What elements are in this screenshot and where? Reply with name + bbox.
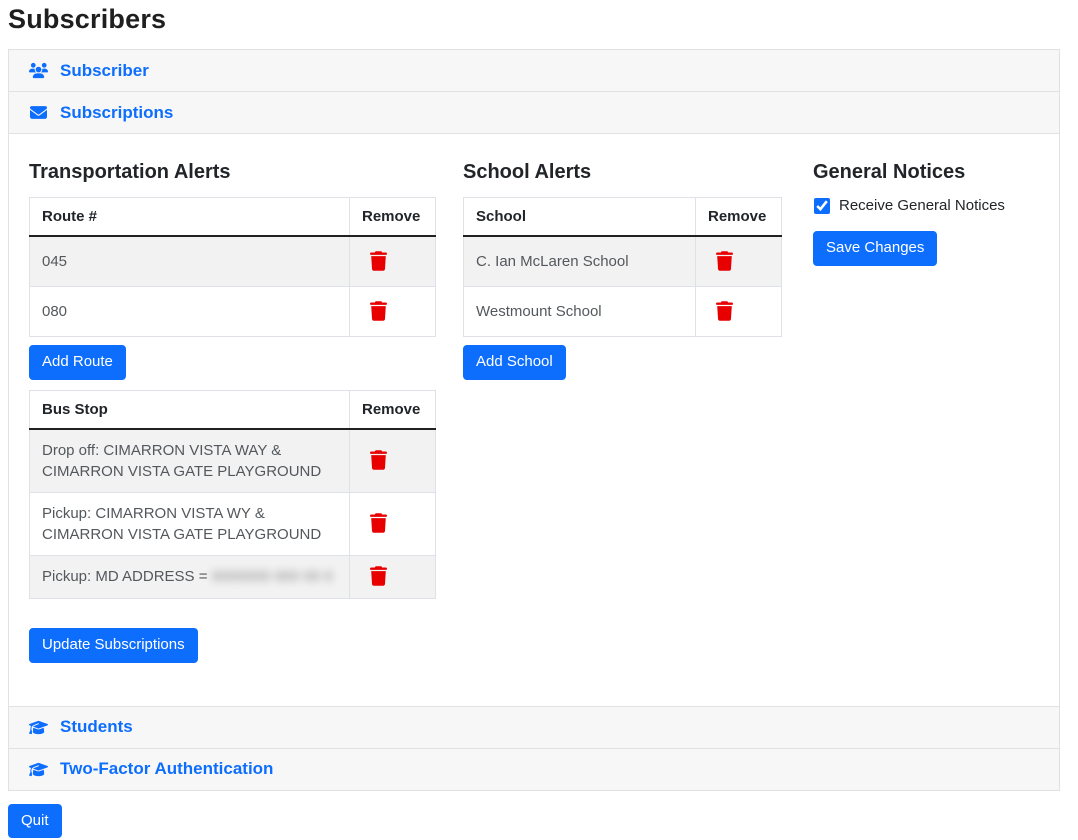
save-changes-button[interactable]: Save Changes [813, 231, 937, 266]
remove-cell [350, 287, 436, 337]
cell-value: 045 [30, 236, 350, 287]
update-subscriptions-button[interactable]: Update Subscriptions [29, 628, 198, 663]
subscriptions-panel: Transportation Alerts Route # Remove 045… [8, 134, 1060, 707]
cell-value: Drop off: CIMARRON VISTA WAY & CIMARRON … [30, 429, 350, 493]
receive-general-notices-label[interactable]: Receive General Notices [839, 197, 1005, 214]
routes-table: Route # Remove 045080 [29, 197, 436, 337]
schools-table: School Remove C. Ian McLaren SchoolWestm… [463, 197, 782, 337]
school-alerts-section: School Alerts School Remove C. Ian McLar… [463, 161, 813, 380]
cell-value: Pickup: CIMARRON VISTA WY & CIMARRON VIS… [30, 492, 350, 555]
route-row: 045 [30, 236, 436, 287]
remove-row-button[interactable] [716, 251, 733, 271]
bus-stop-row: Pickup: CIMARRON VISTA WY & CIMARRON VIS… [30, 492, 436, 555]
cell-value: 080 [30, 287, 350, 337]
remove-row-button[interactable] [370, 450, 387, 470]
remove-row-button[interactable] [370, 566, 387, 586]
trash-icon [370, 566, 387, 586]
remove-cell [350, 236, 436, 287]
quit-button[interactable]: Quit [8, 804, 62, 839]
trash-icon [370, 251, 387, 271]
accordion-header-students[interactable]: Students [8, 706, 1060, 749]
remove-cell [350, 492, 436, 555]
remove-row-button[interactable] [370, 513, 387, 533]
schools-table-header-remove: Remove [696, 198, 782, 237]
accordion-header-two-factor[interactable]: Two-Factor Authentication [8, 748, 1060, 791]
cell-value: C. Ian McLaren School [464, 236, 696, 287]
page-title: Subscribers [8, 4, 1060, 35]
trash-icon [370, 301, 387, 321]
remove-cell [350, 429, 436, 493]
accordion-label: Two-Factor Authentication [60, 759, 273, 779]
remove-cell [696, 287, 782, 337]
graduation-cap-icon [29, 719, 48, 736]
accordion-header-subscriptions[interactable]: Subscriptions [8, 91, 1060, 134]
remove-row-button[interactable] [370, 301, 387, 321]
stops-table-header-remove: Remove [350, 390, 436, 429]
redacted-text: 0000000 000 00 0 [212, 568, 333, 585]
bus-stop-row: Drop off: CIMARRON VISTA WAY & CIMARRON … [30, 429, 436, 493]
remove-cell [696, 236, 782, 287]
accordion-header-subscriber[interactable]: Subscriber [8, 49, 1060, 92]
general-notices-section: General Notices Receive General Notices … [813, 161, 1039, 266]
transportation-alerts-heading: Transportation Alerts [29, 161, 463, 184]
schools-table-header-school: School [464, 198, 696, 237]
route-row: 080 [30, 287, 436, 337]
trash-icon [370, 513, 387, 533]
school-row: Westmount School [464, 287, 782, 337]
bus-stops-table: Bus Stop Remove Drop off: CIMARRON VISTA… [29, 390, 436, 599]
trash-icon [716, 301, 733, 321]
remove-cell [350, 555, 436, 598]
page-container: Subscribers Subscriber Subscriptions Tra… [8, 4, 1060, 840]
envelope-icon [29, 104, 48, 121]
accordion-label: Subscriptions [60, 103, 173, 123]
graduation-cap-icon [29, 761, 48, 778]
cell-value: Pickup: MD ADDRESS = 0000000 000 00 0 [30, 555, 350, 598]
cell-value: Westmount School [464, 287, 696, 337]
routes-table-header-remove: Remove [350, 198, 436, 237]
users-icon [29, 62, 48, 79]
school-alerts-heading: School Alerts [463, 161, 813, 184]
general-notices-heading: General Notices [813, 161, 1039, 184]
transportation-alerts-section: Transportation Alerts Route # Remove 045… [29, 161, 463, 663]
stops-table-header-busstop: Bus Stop [30, 390, 350, 429]
trash-icon [370, 450, 387, 470]
accordion: Subscriber Subscriptions Transportation … [8, 49, 1060, 791]
add-route-button[interactable]: Add Route [29, 345, 126, 380]
trash-icon [716, 251, 733, 271]
school-row: C. Ian McLaren School [464, 236, 782, 287]
accordion-label: Students [60, 717, 133, 737]
remove-row-button[interactable] [370, 251, 387, 271]
remove-row-button[interactable] [716, 301, 733, 321]
add-school-button[interactable]: Add School [463, 345, 566, 380]
receive-general-notices-checkbox[interactable] [814, 198, 830, 214]
accordion-label: Subscriber [60, 61, 149, 81]
routes-table-header-route: Route # [30, 198, 350, 237]
bus-stop-row: Pickup: MD ADDRESS = 0000000 000 00 0 [30, 555, 436, 598]
